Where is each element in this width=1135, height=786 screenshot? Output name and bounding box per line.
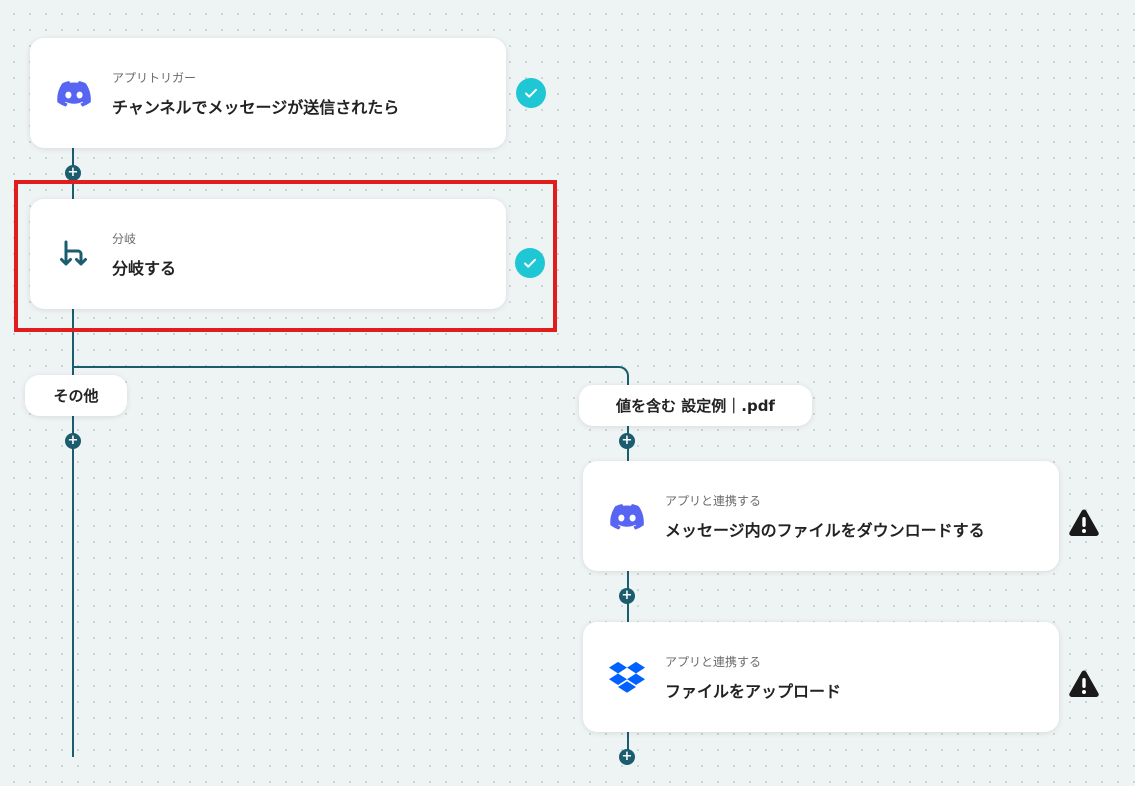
- card-subtitle: アプリと連携する: [665, 655, 762, 669]
- trigger-card[interactable]: アプリトリガー チャンネルでメッセージが送信されたら: [30, 38, 506, 148]
- card-subtitle: アプリと連携する: [665, 494, 762, 508]
- card-title: メッセージ内のファイルをダウンロードする: [665, 521, 985, 540]
- warning-icon: [1068, 668, 1100, 698]
- branch-label-other[interactable]: その他: [25, 375, 127, 416]
- highlight-box: [14, 180, 557, 332]
- discord-icon: [609, 499, 645, 535]
- check-icon: [516, 78, 546, 108]
- add-step-button[interactable]: +: [65, 165, 81, 181]
- add-step-button[interactable]: +: [65, 433, 81, 449]
- dropbox-icon: [609, 660, 645, 696]
- connector-line: [73, 366, 618, 368]
- add-step-button[interactable]: +: [619, 588, 635, 604]
- branch-label-condition[interactable]: 値を含む 設定例｜.pdf: [579, 385, 812, 426]
- add-step-button[interactable]: +: [619, 749, 635, 765]
- download-file-card[interactable]: アプリと連携する メッセージ内のファイルをダウンロードする: [583, 461, 1059, 571]
- warning-icon: [1068, 507, 1100, 537]
- card-title: ファイルをアップロード: [665, 682, 842, 701]
- add-step-button[interactable]: +: [619, 433, 635, 449]
- card-subtitle: アプリトリガー: [112, 71, 197, 85]
- discord-icon: [56, 76, 92, 112]
- upload-file-card[interactable]: アプリと連携する ファイルをアップロード: [583, 622, 1059, 732]
- card-title: チャンネルでメッセージが送信されたら: [112, 98, 400, 117]
